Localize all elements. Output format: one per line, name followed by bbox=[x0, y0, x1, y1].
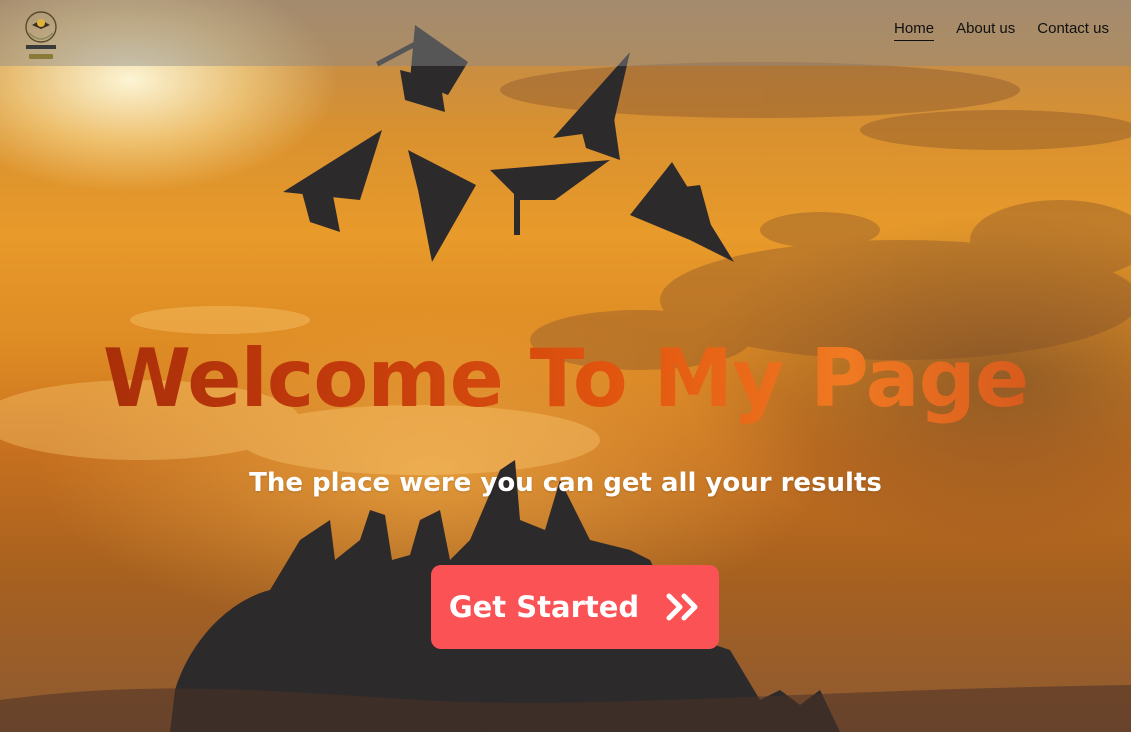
cap-icon-5 bbox=[490, 160, 610, 235]
double-chevron-right-icon bbox=[666, 593, 698, 621]
cap-icon-2 bbox=[553, 52, 630, 160]
nav-item-about-us[interactable]: About us bbox=[956, 20, 1015, 41]
hero-subtitle: The place were you can get all your resu… bbox=[249, 468, 882, 498]
cap-icon-3 bbox=[283, 130, 382, 232]
logo[interactable] bbox=[20, 9, 62, 61]
hero-title: Welcome To My Page bbox=[0, 332, 1131, 425]
navbar: Home About us Contact us bbox=[0, 0, 1131, 66]
nav-item-home[interactable]: Home bbox=[894, 20, 935, 41]
get-started-label: Get Started bbox=[448, 590, 640, 624]
cap-icon-4 bbox=[408, 150, 476, 262]
graduation-logo-icon bbox=[25, 11, 57, 59]
cap-icon-6 bbox=[630, 162, 734, 262]
nav-links: Home About us Contact us bbox=[894, 20, 1109, 41]
get-started-button[interactable]: Get Started bbox=[431, 565, 719, 649]
nav-item-contact-us[interactable]: Contact us bbox=[1037, 20, 1109, 41]
